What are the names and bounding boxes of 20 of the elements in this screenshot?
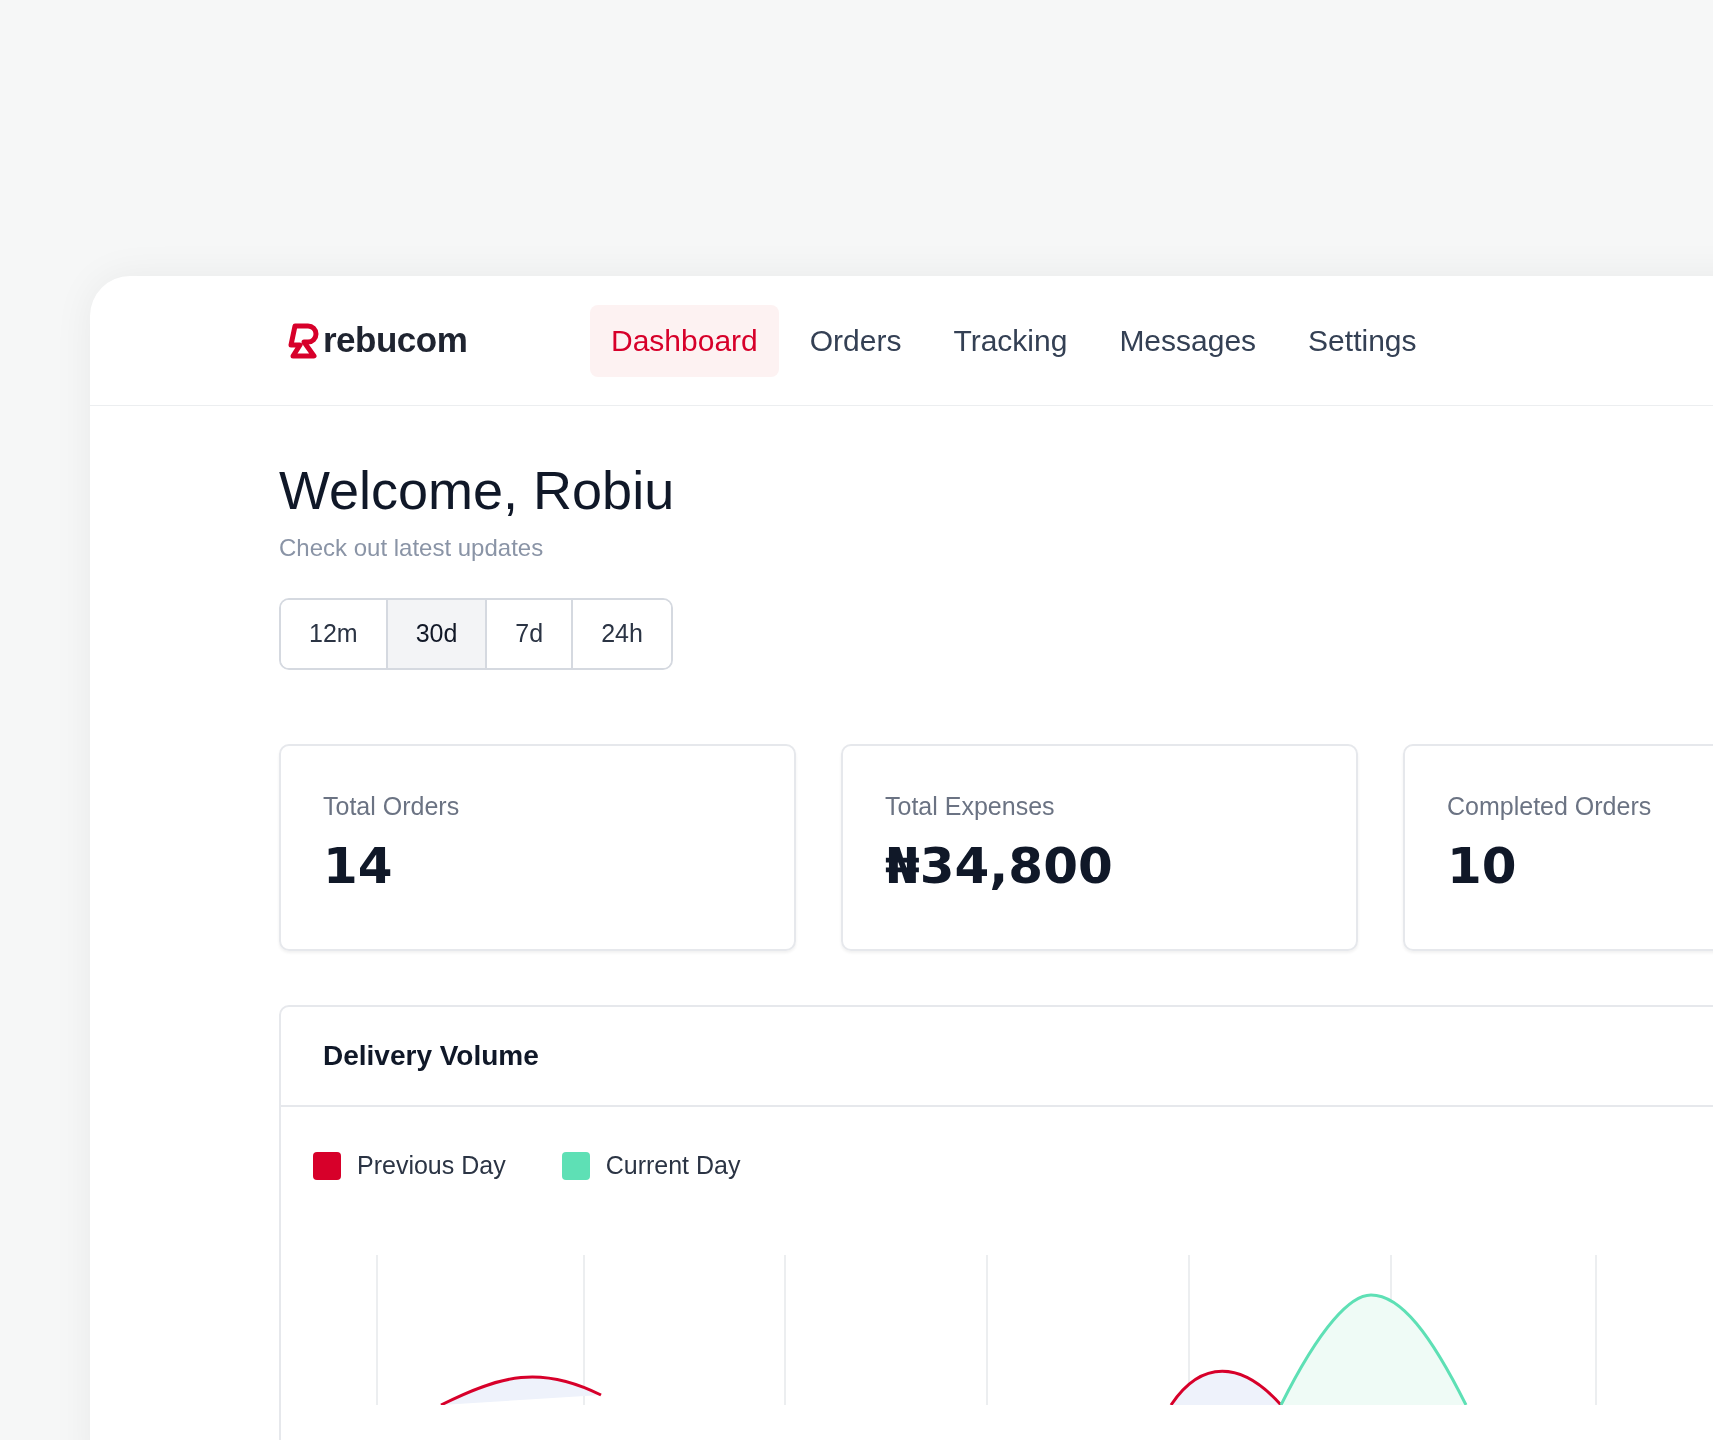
stat-label: Completed Orders	[1447, 791, 1653, 822]
chart-title: Delivery Volume	[323, 1039, 539, 1073]
legend-label: Current Day	[605, 1150, 741, 1181]
stat-value: 10	[1447, 835, 1518, 896]
nav-tab[interactable]: Orders	[788, 304, 923, 377]
range-tab[interactable]: 30d	[385, 600, 486, 668]
legend-label: Previous Day	[357, 1150, 506, 1181]
stat-value: 14	[323, 835, 394, 896]
stat-value: ₦34,800	[885, 835, 1114, 896]
nav-tab[interactable]: Dashboard	[590, 304, 779, 377]
stat-label: Total Orders	[323, 791, 461, 822]
logo-icon	[287, 322, 319, 359]
nav-tab[interactable]: Tracking	[932, 304, 1089, 377]
brand-name: rebucom	[323, 319, 468, 362]
nav-tab[interactable]: Settings	[1287, 304, 1438, 377]
range-tab[interactable]: 24h	[571, 600, 671, 668]
nav-tab[interactable]: Messages	[1098, 304, 1278, 377]
subtitle-text: Check out latest updates	[279, 533, 545, 563]
welcome-heading: Welcome, Robiu	[279, 459, 676, 522]
stat-label: Total Expenses	[885, 791, 1056, 822]
